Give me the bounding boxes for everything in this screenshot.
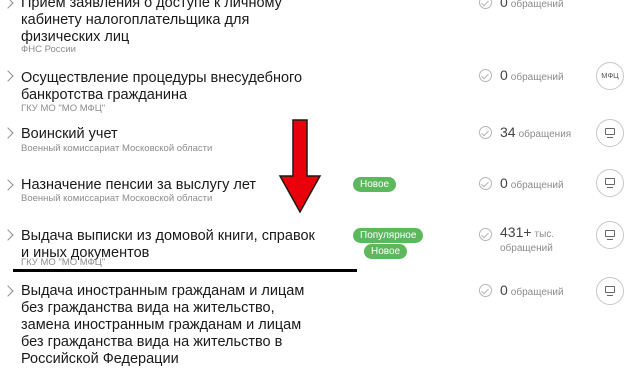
chevron-right-icon bbox=[2, 229, 14, 241]
service-org: Военный комиссариат Московской области bbox=[21, 143, 213, 154]
chevron-right-icon bbox=[2, 285, 14, 297]
check-circle-icon bbox=[479, 69, 492, 82]
chevron-right-icon bbox=[2, 70, 14, 82]
chevron-right-icon bbox=[2, 179, 14, 191]
check-circle-icon bbox=[479, 0, 492, 9]
request-count: 0 обращений bbox=[500, 67, 564, 83]
request-count: 0 обращений bbox=[500, 175, 564, 191]
computer-icon[interactable] bbox=[596, 277, 624, 305]
badge-new: Новое bbox=[364, 244, 408, 259]
check-circle-icon bbox=[479, 228, 492, 241]
service-org: ФНС России bbox=[21, 44, 76, 55]
badge-new: Новое bbox=[353, 177, 397, 192]
mfc-icon[interactable]: МФЦ bbox=[596, 62, 624, 90]
red-arrow-down-icon bbox=[278, 119, 322, 214]
request-count: 0 обращений bbox=[500, 0, 564, 10]
computer-icon[interactable] bbox=[596, 169, 624, 197]
check-circle-icon bbox=[479, 126, 492, 139]
service-org: ГКУ МО "МО МФЦ" bbox=[21, 257, 106, 268]
highlight-underline bbox=[13, 269, 357, 272]
computer-icon[interactable] bbox=[596, 119, 624, 147]
service-title[interactable]: Прием заявления о доступе к личному каби… bbox=[21, 0, 341, 46]
service-title[interactable]: Выдача иностранным гражданам и лицам без… bbox=[21, 283, 341, 368]
computer-icon[interactable] bbox=[596, 221, 624, 249]
service-title[interactable]: Осуществление процедуры внесудебного бан… bbox=[21, 70, 341, 104]
service-org: Военный комиссариат Московской области bbox=[21, 193, 213, 204]
request-count: 431+ тыс. обращений bbox=[500, 224, 555, 254]
service-org: ГКУ МО "МО МФЦ" bbox=[21, 103, 106, 114]
chevron-right-icon bbox=[2, 127, 14, 139]
request-count: 0 обращений bbox=[500, 282, 564, 298]
check-circle-icon bbox=[479, 284, 492, 297]
badge-popular: Популярное bbox=[353, 228, 424, 243]
chevron-right-icon bbox=[2, 0, 14, 9]
request-count: 34 обращения bbox=[500, 124, 572, 140]
check-circle-icon bbox=[479, 177, 492, 190]
